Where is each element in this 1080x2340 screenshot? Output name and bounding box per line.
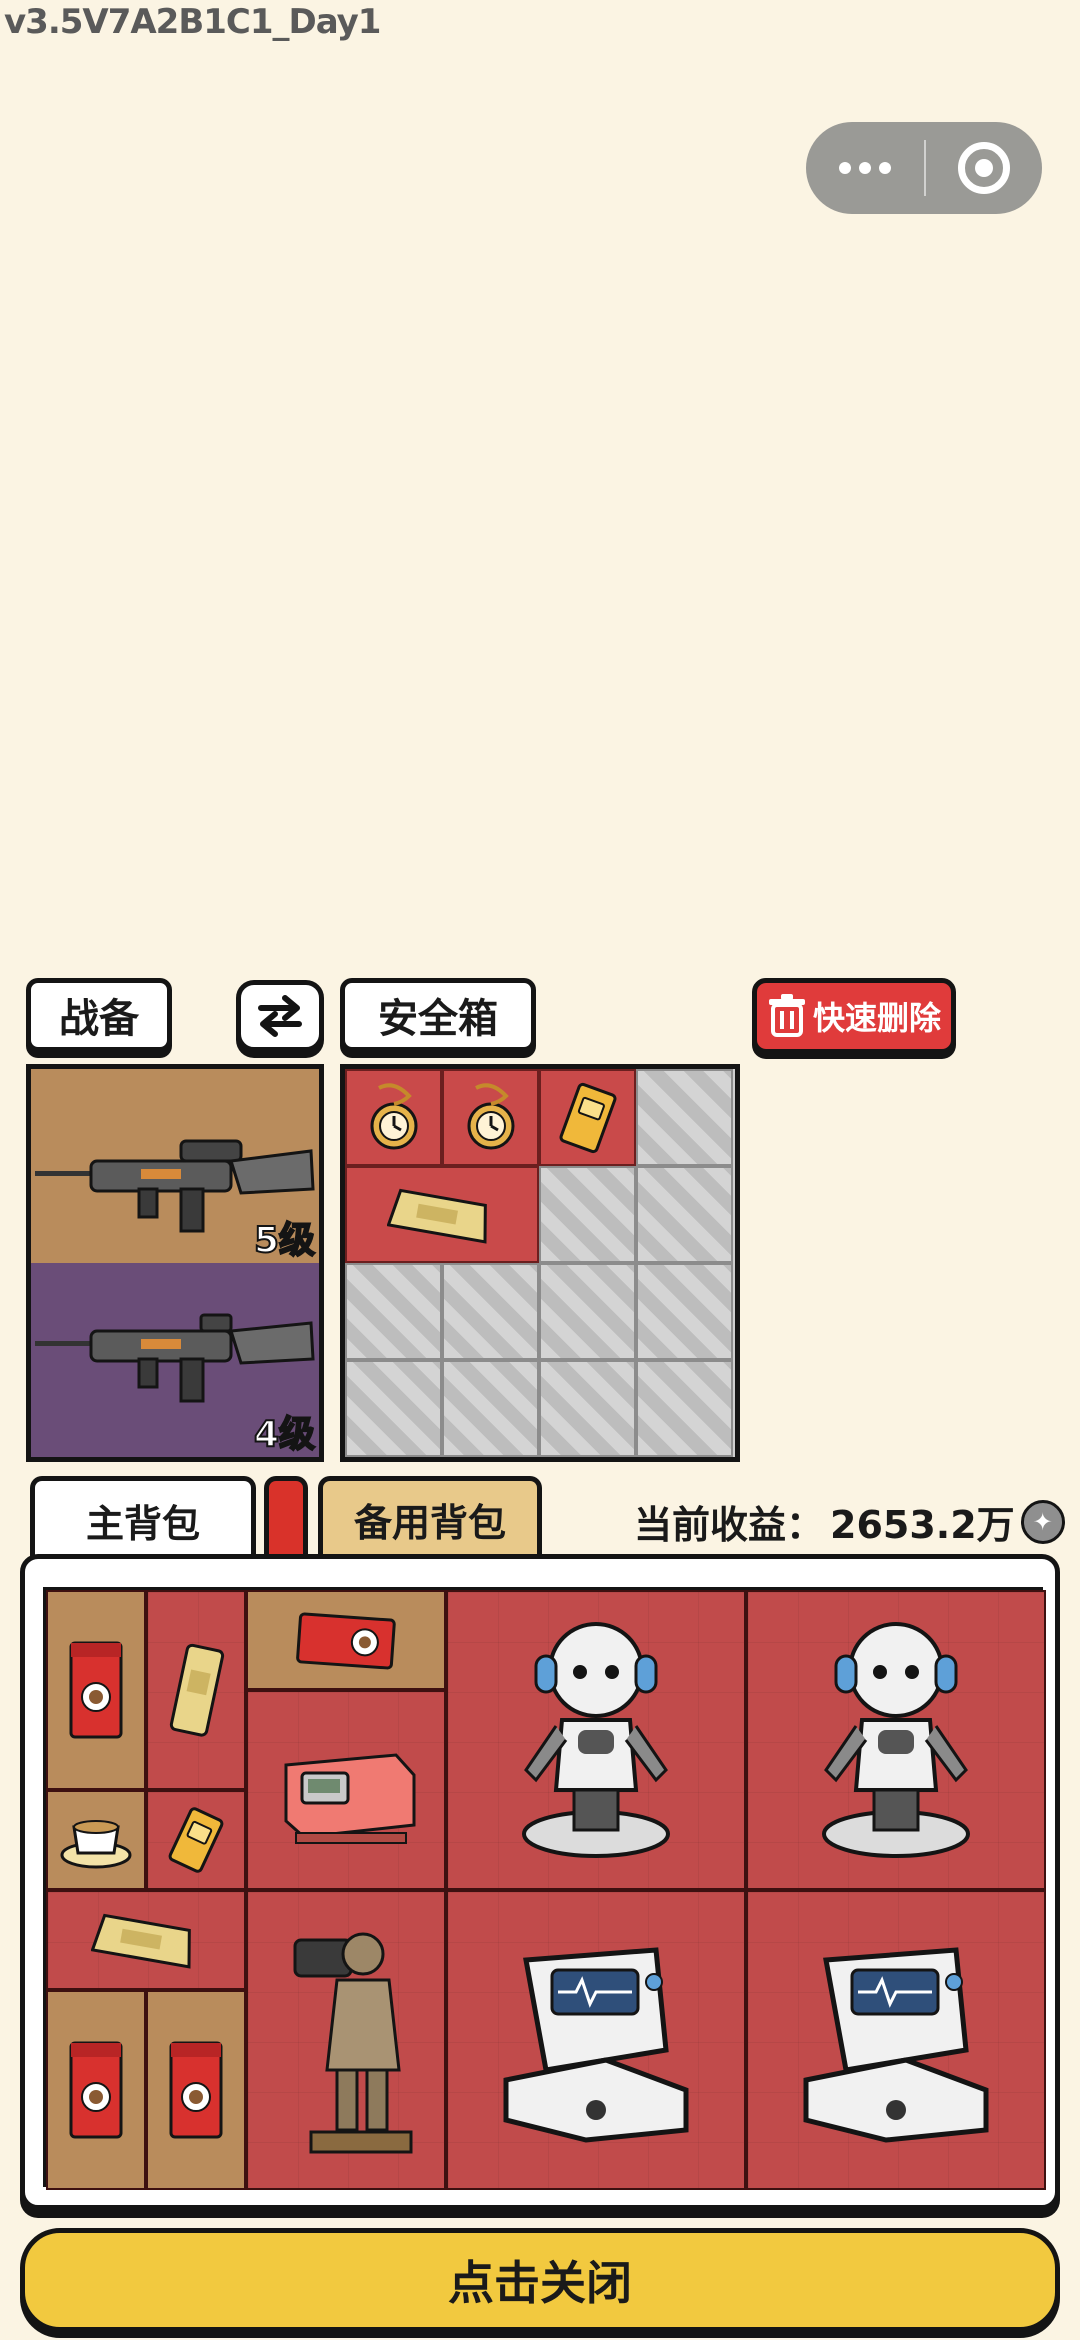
robot-icon — [522, 1622, 670, 1858]
income-value: 2653.2万 — [830, 1503, 1015, 1547]
safebox-empty-cell[interactable] — [636, 1263, 733, 1360]
coin-icon: ✦ — [1020, 1499, 1065, 1544]
tab-indicator[interactable] — [264, 1476, 308, 1558]
coffee-box-icon — [69, 2041, 123, 2139]
safebox-grid — [340, 1064, 740, 1462]
gold-card-icon — [169, 1643, 225, 1737]
target-circle-icon[interactable] — [926, 122, 1042, 214]
coffee-box-item[interactable] — [146, 1990, 246, 2190]
gold-card-icon — [559, 1082, 616, 1153]
gold-bar-item[interactable] — [345, 1166, 539, 1263]
monitor-machine-item[interactable] — [746, 1890, 1046, 2190]
monitor-machine-item[interactable] — [446, 1890, 746, 2190]
main-bag-grid — [43, 1587, 1046, 2190]
safebox-empty-cell[interactable] — [539, 1263, 636, 1360]
pocket-watch-item[interactable] — [345, 1069, 442, 1166]
robot-item[interactable] — [446, 1590, 746, 1890]
terracotta-warrior-icon — [293, 1932, 413, 2154]
coffee-box-icon — [296, 1612, 396, 1670]
version-label: v3.5V7A2B1C1_Day1 — [4, 2, 381, 42]
main-bag-panel — [20, 1554, 1060, 2210]
swap-button[interactable] — [236, 980, 324, 1052]
weapon-slot-primary[interactable]: 5级 — [31, 1069, 319, 1263]
pocket-watch-icon — [467, 1082, 514, 1149]
pocket-watch-icon — [370, 1082, 417, 1149]
gold-card-item[interactable] — [539, 1069, 636, 1166]
detector-device-icon — [284, 1753, 416, 1844]
gold-bar-icon — [91, 1913, 191, 1969]
gold-card-icon — [168, 1807, 224, 1873]
pocket-watch-item[interactable] — [442, 1069, 539, 1166]
coffee-box-item[interactable] — [46, 1590, 146, 1790]
monitor-machine-icon — [503, 1947, 689, 2143]
robot-item[interactable] — [746, 1590, 1046, 1890]
gold-bar-item[interactable] — [46, 1890, 246, 1990]
safebox-tab-button[interactable]: 安全箱 — [340, 978, 536, 1052]
safebox-empty-cell[interactable] — [345, 1360, 442, 1457]
mini-program-capsule — [806, 122, 1042, 214]
weapon-slot-secondary[interactable]: 4级 — [31, 1263, 319, 1457]
safebox-empty-cell[interactable] — [442, 1360, 539, 1457]
safebox-empty-cell[interactable] — [442, 1263, 539, 1360]
income-label: 当前收益： — [634, 1503, 825, 1547]
gold-card-item[interactable] — [146, 1790, 246, 1890]
swap-arrows-icon — [258, 995, 302, 1037]
gold-bar-icon — [387, 1188, 487, 1244]
close-button[interactable]: 点击关闭 — [20, 2228, 1060, 2332]
safebox-empty-cell[interactable] — [636, 1360, 733, 1457]
coffee-cup-icon — [60, 1820, 132, 1869]
gold-card-item[interactable] — [146, 1590, 246, 1790]
safebox-empty-cell[interactable] — [539, 1360, 636, 1457]
weapon-level-label: 5级 — [253, 1219, 316, 1262]
current-income: 当前收益： 2653.2万 ✦ — [634, 1494, 1065, 1549]
quick-delete-button[interactable]: 快速删除 — [752, 978, 956, 1054]
weapon-slots: 5级 4级 — [26, 1064, 324, 1462]
detector-device-item[interactable] — [246, 1690, 446, 1890]
coffee-box-item[interactable] — [46, 1990, 146, 2190]
safebox-empty-cell[interactable] — [636, 1069, 733, 1166]
terracotta-warrior-item[interactable] — [246, 1890, 446, 2190]
weapon-level-label: 4级 — [253, 1413, 316, 1456]
trash-icon — [768, 994, 805, 1037]
tab-spare-bag[interactable]: 备用背包 — [318, 1476, 542, 1558]
monitor-machine-icon — [803, 1947, 989, 2143]
coffee-box-item[interactable] — [246, 1590, 446, 1690]
coffee-box-icon — [169, 2041, 223, 2139]
gear-tab-button[interactable]: 战备 — [26, 978, 172, 1052]
more-dots-icon[interactable] — [806, 122, 924, 214]
quick-delete-label: 快速删除 — [812, 999, 941, 1037]
coffee-box-icon — [69, 1641, 123, 1739]
robot-icon — [822, 1622, 970, 1858]
safebox-empty-cell[interactable] — [636, 1166, 733, 1263]
safebox-empty-cell[interactable] — [539, 1166, 636, 1263]
safebox-empty-cell[interactable] — [345, 1263, 442, 1360]
coffee-cup-item[interactable] — [46, 1790, 146, 1890]
tab-main-bag[interactable]: 主背包 — [30, 1476, 256, 1560]
